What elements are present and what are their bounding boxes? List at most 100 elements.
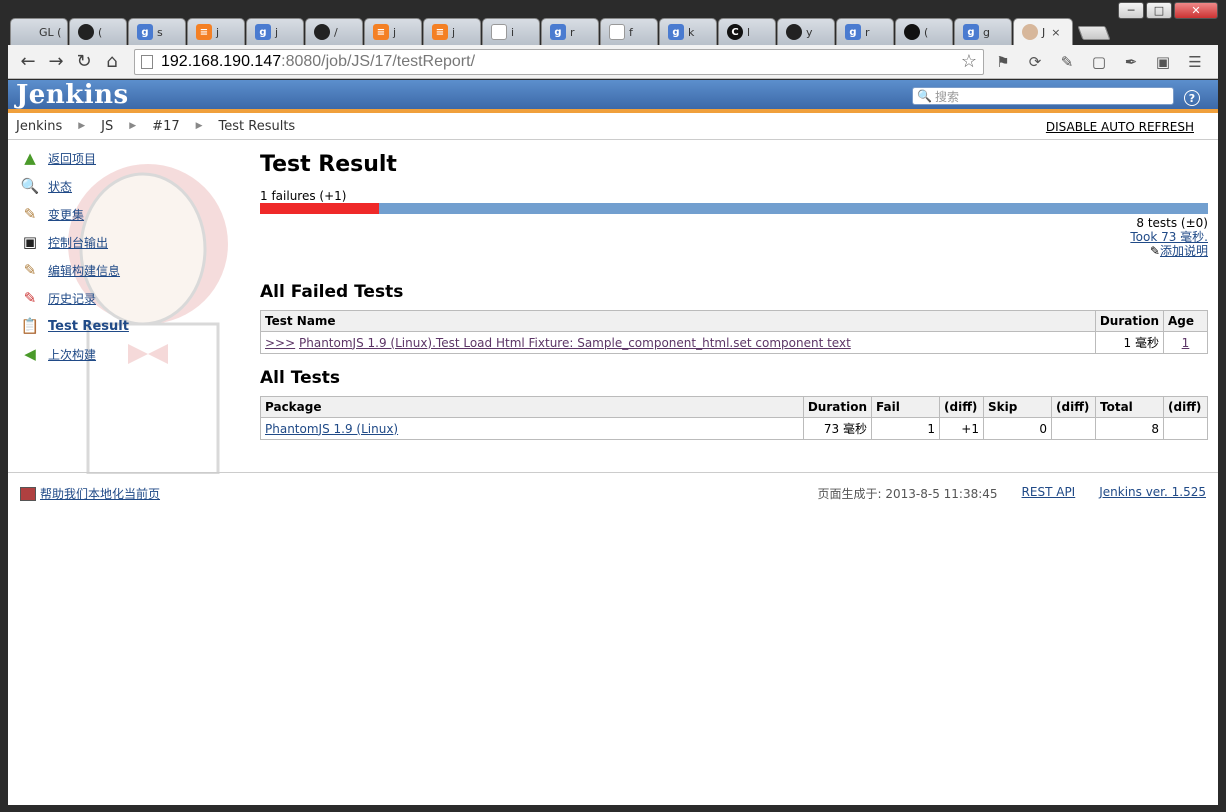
browser-tab[interactable]: gj (246, 18, 304, 45)
browser-tab[interactable]: gr (541, 18, 599, 45)
stackoverflow-icon: ≡ (373, 24, 389, 40)
breadcrumb-job[interactable]: JS (101, 119, 113, 134)
tab-label: r (865, 25, 870, 39)
minimize-button[interactable]: ─ (1118, 2, 1144, 19)
col-total-diff[interactable]: (diff) (1163, 396, 1208, 418)
rest-api-link[interactable]: REST API (1022, 485, 1076, 502)
extension-pen-icon[interactable]: ✒ (1118, 49, 1144, 75)
side-task-link[interactable]: 变更集 (48, 206, 84, 223)
col-skip-diff[interactable]: (diff) (1051, 396, 1096, 418)
tab-label: ( (924, 25, 929, 39)
col-skip[interactable]: Skip (983, 396, 1052, 418)
breadcrumb-test-results[interactable]: Test Results (219, 119, 296, 134)
back-icon[interactable]: ← (14, 48, 42, 76)
browser-tab[interactable]: J × (1013, 18, 1073, 45)
col-fail-diff[interactable]: (diff) (939, 396, 984, 418)
browser-tab[interactable]: / (305, 18, 363, 45)
browser-tab[interactable]: ≡ j (187, 18, 245, 45)
side-task[interactable]: ✎ 变更集 (8, 200, 253, 228)
table-row: >>> PhantomJS 1.9 (Linux).Test Load Html… (260, 331, 1208, 354)
google-icon: g (668, 24, 684, 40)
forward-icon[interactable]: → (42, 48, 70, 76)
new-tab-button[interactable] (1077, 26, 1111, 40)
tab-label: ( (98, 25, 103, 39)
menu-icon[interactable]: ☰ (1182, 49, 1208, 75)
maximize-button[interactable]: □ (1146, 2, 1172, 19)
home-icon[interactable]: ⌂ (98, 48, 126, 76)
localize-link[interactable]: 帮助我们本地化当前页 (40, 485, 160, 502)
side-task-link[interactable]: 编辑构建信息 (48, 262, 120, 279)
side-task[interactable]: ▲ 返回项目 (8, 144, 253, 172)
side-task-link[interactable]: Test Result (48, 319, 129, 334)
browser-tab[interactable]: f (600, 18, 658, 45)
up-arrow-icon: ▲ (24, 149, 36, 167)
extension-window-icon[interactable]: ▢ (1086, 49, 1112, 75)
side-task[interactable]: ▣ 控制台输出 (8, 228, 253, 256)
disable-auto-refresh-link[interactable]: DISABLE AUTO REFRESH (1046, 120, 1194, 134)
jenkins-icon (1022, 24, 1038, 40)
side-task-link[interactable]: 状态 (48, 178, 72, 195)
browser-tab[interactable]: Cl (718, 18, 776, 45)
package-total: 8 (1095, 417, 1164, 440)
breadcrumb-build[interactable]: #17 (152, 119, 179, 134)
google-icon: g (137, 24, 153, 40)
expand-arrow-link[interactable]: >>> (265, 336, 295, 350)
browser-tab[interactable]: gg (954, 18, 1012, 45)
package-link[interactable]: PhantomJS 1.9 (Linux) (265, 422, 398, 436)
side-task[interactable]: 📋 Test Result (8, 312, 253, 340)
bookmark-star-icon[interactable]: ☆ (961, 51, 977, 72)
col-fail[interactable]: Fail (871, 396, 940, 418)
col-duration[interactable]: Duration (802, 396, 873, 418)
browser-tab[interactable]: i (482, 18, 540, 45)
extension-sync-icon[interactable]: ⟳ (1022, 49, 1048, 75)
col-age[interactable]: Age (1163, 310, 1208, 332)
browser-tab[interactable]: gk (659, 18, 717, 45)
browser-tab[interactable]: ( (69, 18, 127, 45)
gl-icon (19, 24, 35, 40)
breadcrumb: Jenkins ▶ JS ▶ #17 ▶ Test Results DISABL… (8, 113, 1218, 140)
col-package[interactable]: Package (260, 396, 804, 418)
github-icon (786, 24, 802, 40)
add-description-link[interactable]: 添加说明 (1160, 244, 1208, 258)
tab-close-icon[interactable]: × (1051, 26, 1060, 39)
took-link[interactable]: Took 73 毫秒. (1130, 230, 1208, 244)
side-task[interactable]: ✎ 历史记录 (8, 284, 253, 312)
failed-test-link[interactable]: PhantomJS 1.9 (Linux).Test Load Html Fix… (299, 336, 851, 350)
jenkins-logo[interactable]: Jenkins (16, 80, 129, 110)
magnifier-icon: 🔍 (20, 177, 40, 195)
all-tests-table: Package Duration Fail (diff) Skip (diff)… (260, 396, 1208, 440)
failed-test-age-link[interactable]: 1 (1182, 336, 1190, 350)
col-duration[interactable]: Duration (1094, 310, 1165, 332)
extension-evernote-icon[interactable]: ▣ (1150, 49, 1176, 75)
address-bar[interactable]: 192.168.190.147:8080/job/JS/17/testRepor… (134, 48, 984, 75)
package-duration: 73 毫秒 (802, 417, 873, 440)
browser-tab[interactable]: gr (836, 18, 894, 45)
extension-eyedropper-icon[interactable]: ✎ (1054, 49, 1080, 75)
extension-sign-icon[interactable]: ⚑ (990, 49, 1016, 75)
doc-icon (609, 24, 625, 40)
localize-icon (20, 486, 36, 501)
breadcrumb-jenkins[interactable]: Jenkins (16, 119, 62, 134)
side-task[interactable]: 🔍 状态 (8, 172, 253, 200)
browser-tab[interactable]: GL ( (10, 18, 68, 45)
col-total[interactable]: Total (1095, 396, 1164, 418)
side-task-link[interactable]: 控制台输出 (48, 234, 108, 251)
browser-tab[interactable]: ≡ j (423, 18, 481, 45)
terminal-icon: ▣ (22, 233, 38, 251)
side-task-link[interactable]: 历史记录 (48, 290, 96, 307)
side-task[interactable]: ✎ 编辑构建信息 (8, 256, 253, 284)
browser-tab[interactable]: ( (895, 18, 953, 45)
browser-tab[interactable]: gs (128, 18, 186, 45)
reload-icon[interactable]: ↻ (70, 48, 98, 76)
col-test-name[interactable]: Test Name (260, 310, 1096, 332)
help-icon[interactable]: ? (1184, 90, 1200, 106)
side-task-link[interactable]: 上次构建 (48, 346, 96, 363)
side-task-link[interactable]: 返回项目 (48, 150, 96, 167)
close-window-button[interactable]: ✕ (1174, 2, 1218, 19)
jenkins-version-link[interactable]: Jenkins ver. 1.525 (1099, 485, 1206, 502)
browser-tab[interactable]: y (777, 18, 835, 45)
side-task[interactable]: ◀ 上次构建 (8, 340, 253, 368)
tab-label: j (393, 25, 397, 39)
search-box[interactable]: 🔍 搜索 (912, 87, 1174, 105)
browser-tab[interactable]: ≡ j (364, 18, 422, 45)
